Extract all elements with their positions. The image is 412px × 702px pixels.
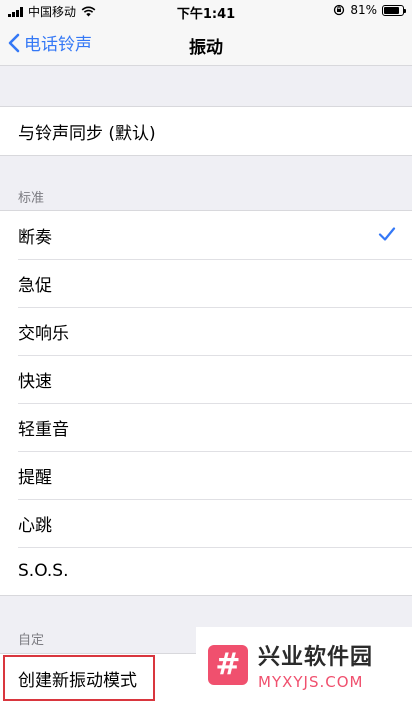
checkmark-icon [378,227,396,241]
vibration-item-label: 急促 [18,275,52,296]
vibration-item-symphony[interactable]: 交响乐 [0,307,412,355]
status-right: 81% [333,3,406,17]
section-header-standard: 标准 [18,191,45,206]
watermark-logo: # [208,644,248,685]
section-header-custom: 自定 [18,633,45,648]
vibration-item-label: 快速 [18,371,52,392]
sync-with-ringtone-item[interactable]: 与铃声同步 (默认) [0,107,412,155]
vibration-item-label: 心跳 [18,515,52,536]
vibration-item-label: 交响乐 [18,323,69,344]
standard-group: 断奏 急促 交响乐 快速 轻重音 提醒 心跳 S.O.S. [0,210,412,596]
sync-with-ringtone-label: 与铃声同步 (默认) [18,123,156,144]
battery-percent: 81% [350,3,377,17]
watermark-site: MYXYJS.COM [258,672,364,691]
vibration-item-rapid[interactable]: 急促 [0,259,412,307]
highlight-box [3,655,155,701]
vibration-item-sos[interactable]: S.O.S. [0,547,412,595]
battery-icon [382,4,406,16]
vibration-item-alert[interactable]: 提醒 [0,451,412,499]
page-title: 振动 [189,38,223,58]
vibration-item-staccato[interactable]: 断奏 [0,211,412,259]
vibration-item-label: 断奏 [18,227,52,248]
vibration-item-label: 轻重音 [18,419,69,440]
default-group: 与铃声同步 (默认) [0,106,412,156]
orientation-lock-icon [334,4,345,16]
vibration-item-label: 提醒 [18,467,52,488]
watermark-text: 兴业软件园 MYXYJS.COM [258,639,373,691]
watermark-name: 兴业软件园 [258,644,374,670]
navigation-bar: 电话铃声 振动 [0,22,412,66]
watermark: # 兴业软件园 MYXYJS.COM [196,627,412,702]
battery-fill [384,6,399,14]
status-bar: 中国移动 下午1:41 81% [0,0,412,22]
vibration-item-heartbeat[interactable]: 心跳 [0,499,412,547]
vibration-item-quick[interactable]: 快速 [0,355,412,403]
vibration-item-label: S.O.S. [18,561,69,581]
vibration-item-accent[interactable]: 轻重音 [0,403,412,451]
